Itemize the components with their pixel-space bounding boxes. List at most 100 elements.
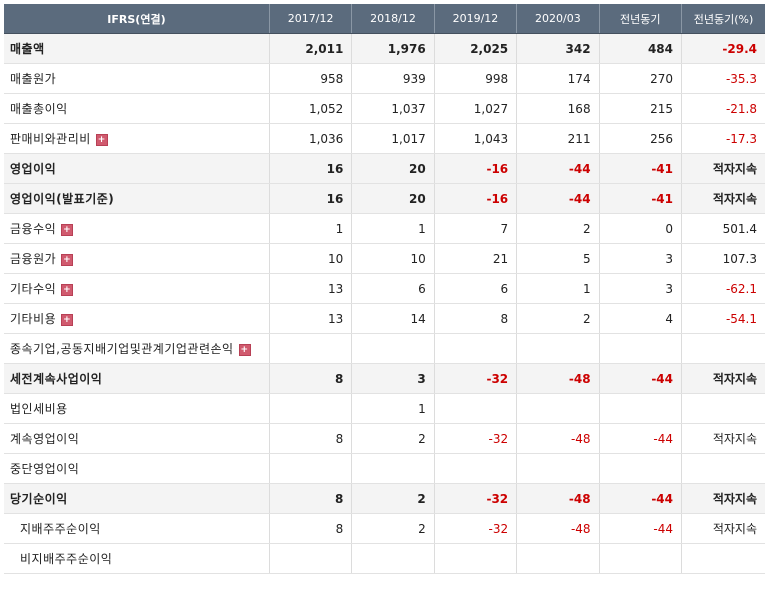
value-cell <box>599 333 683 364</box>
value-cell: 107.3 <box>681 243 765 274</box>
value-cell: 20 <box>351 183 435 214</box>
value-cell: 8 <box>434 303 518 334</box>
row-label-text: 중단영업이익 <box>10 462 80 476</box>
value-cell: 16 <box>269 183 353 214</box>
value-cell: 10 <box>351 243 435 274</box>
value-cell: 3 <box>351 363 435 394</box>
value-cell: 16 <box>269 153 353 184</box>
value-cell: 13 <box>269 303 353 334</box>
value-cell: -44 <box>516 153 600 184</box>
value-cell <box>681 453 765 484</box>
row-label: 세전계속사업이익 <box>4 363 270 394</box>
value-cell: -48 <box>516 513 600 544</box>
row-label-text: 기타비용 <box>10 312 57 326</box>
header-col-prev-period-pct: 전년동기(%) <box>681 4 765 34</box>
row-label: 금융원가 + <box>4 243 270 274</box>
value-cell <box>681 333 765 364</box>
header-col-2017: 2017/12 <box>269 4 353 34</box>
value-cell <box>434 543 518 574</box>
value-cell: 2,025 <box>434 33 518 64</box>
row-label-text: 금융수익 <box>10 222 57 236</box>
value-cell: 168 <box>516 93 600 124</box>
header-col-2019: 2019/12 <box>434 4 518 34</box>
row-label: 법인세비용 <box>4 393 270 424</box>
table-row: 비지배주주순이익 <box>4 543 765 574</box>
row-label: 계속영업이익 <box>4 423 270 454</box>
header-col-prev-period: 전년동기 <box>599 4 683 34</box>
value-cell: 270 <box>599 63 683 94</box>
row-label-text: 비지배주주순이익 <box>20 552 113 566</box>
row-label-text: 판매비와관리비 <box>10 132 91 146</box>
row-label-text: 계속영업이익 <box>10 432 80 446</box>
row-label-text: 매출총이익 <box>10 102 68 116</box>
value-cell: 8 <box>269 363 353 394</box>
value-cell: -48 <box>516 363 600 394</box>
value-cell <box>599 453 683 484</box>
header-col-2018: 2018/12 <box>351 4 435 34</box>
value-cell: 256 <box>599 123 683 154</box>
value-cell: 2 <box>516 303 600 334</box>
table-row: 법인세비용 1 <box>4 393 765 424</box>
table-row: 매출액 2,011 1,976 2,025 342 484 -29.4 <box>4 33 765 64</box>
row-label-text: 영업이익(발표기준) <box>10 192 115 206</box>
value-cell <box>516 393 600 424</box>
row-label-text: 세전계속사업이익 <box>10 372 103 386</box>
value-cell: -35.3 <box>681 63 765 94</box>
row-label-text: 영업이익 <box>10 162 57 176</box>
expand-plus-icon[interactable]: + <box>95 133 108 146</box>
value-cell: 998 <box>434 63 518 94</box>
value-cell: 적자지속 <box>681 153 765 184</box>
expand-plus-icon[interactable]: + <box>238 343 251 356</box>
value-cell <box>269 393 353 424</box>
row-label-text: 종속기업,공동지배기업및관계기업관련손익 <box>10 342 234 356</box>
table-row[interactable]: 판매비와관리비 +1,036 1,017 1,043 211 256 -17.3 <box>4 123 765 154</box>
value-cell: 8 <box>269 423 353 454</box>
row-label-text: 금융원가 <box>10 252 57 266</box>
value-cell: 1,017 <box>351 123 435 154</box>
value-cell <box>599 393 683 424</box>
value-cell: 1,036 <box>269 123 353 154</box>
value-cell: 501.4 <box>681 213 765 244</box>
value-cell <box>434 333 518 364</box>
row-label-text: 법인세비용 <box>10 402 68 416</box>
row-label: 중단영업이익 <box>4 453 270 484</box>
value-cell <box>681 543 765 574</box>
value-cell: -44 <box>599 483 683 514</box>
value-cell: 적자지속 <box>681 513 765 544</box>
table-row[interactable]: 금융원가 +10 10 21 5 3 107.3 <box>4 243 765 274</box>
value-cell: 21 <box>434 243 518 274</box>
value-cell <box>516 543 600 574</box>
expand-plus-icon[interactable]: + <box>61 223 74 236</box>
table-row[interactable]: 종속기업,공동지배기업및관계기업관련손익 + <box>4 333 765 364</box>
row-label: 영업이익(발표기준) <box>4 183 270 214</box>
row-label: 기타비용 + <box>4 303 270 334</box>
row-label: 종속기업,공동지배기업및관계기업관련손익 + <box>4 333 270 364</box>
value-cell: 2 <box>351 423 435 454</box>
row-label: 금융수익 + <box>4 213 270 244</box>
value-cell: 0 <box>599 213 683 244</box>
value-cell: -32 <box>434 483 518 514</box>
value-cell: -32 <box>434 513 518 544</box>
row-label: 매출총이익 <box>4 93 270 124</box>
value-cell <box>351 543 435 574</box>
table-row[interactable]: 금융수익 +1 1 7 2 0 501.4 <box>4 213 765 244</box>
value-cell: -16 <box>434 153 518 184</box>
table-row: 지배주주순이익 8 2 -32 -48 -44 적자지속 <box>4 513 765 544</box>
value-cell: 20 <box>351 153 435 184</box>
value-cell: -29.4 <box>681 33 765 64</box>
table-row[interactable]: 기타수익 +13 6 6 1 3 -62.1 <box>4 273 765 304</box>
value-cell: -44 <box>599 423 683 454</box>
value-cell: 14 <box>351 303 435 334</box>
row-label: 영업이익 <box>4 153 270 184</box>
expand-plus-icon[interactable]: + <box>61 313 74 326</box>
expand-plus-icon[interactable]: + <box>61 253 74 266</box>
value-cell: -41 <box>599 183 683 214</box>
value-cell: 적자지속 <box>681 483 765 514</box>
value-cell: 484 <box>599 33 683 64</box>
expand-plus-icon[interactable]: + <box>61 283 74 296</box>
value-cell: 215 <box>599 93 683 124</box>
table-row[interactable]: 기타비용 +13 14 8 2 4 -54.1 <box>4 303 765 334</box>
value-cell: -62.1 <box>681 273 765 304</box>
value-cell: -21.8 <box>681 93 765 124</box>
header-col-2020-03: 2020/03 <box>516 4 600 34</box>
